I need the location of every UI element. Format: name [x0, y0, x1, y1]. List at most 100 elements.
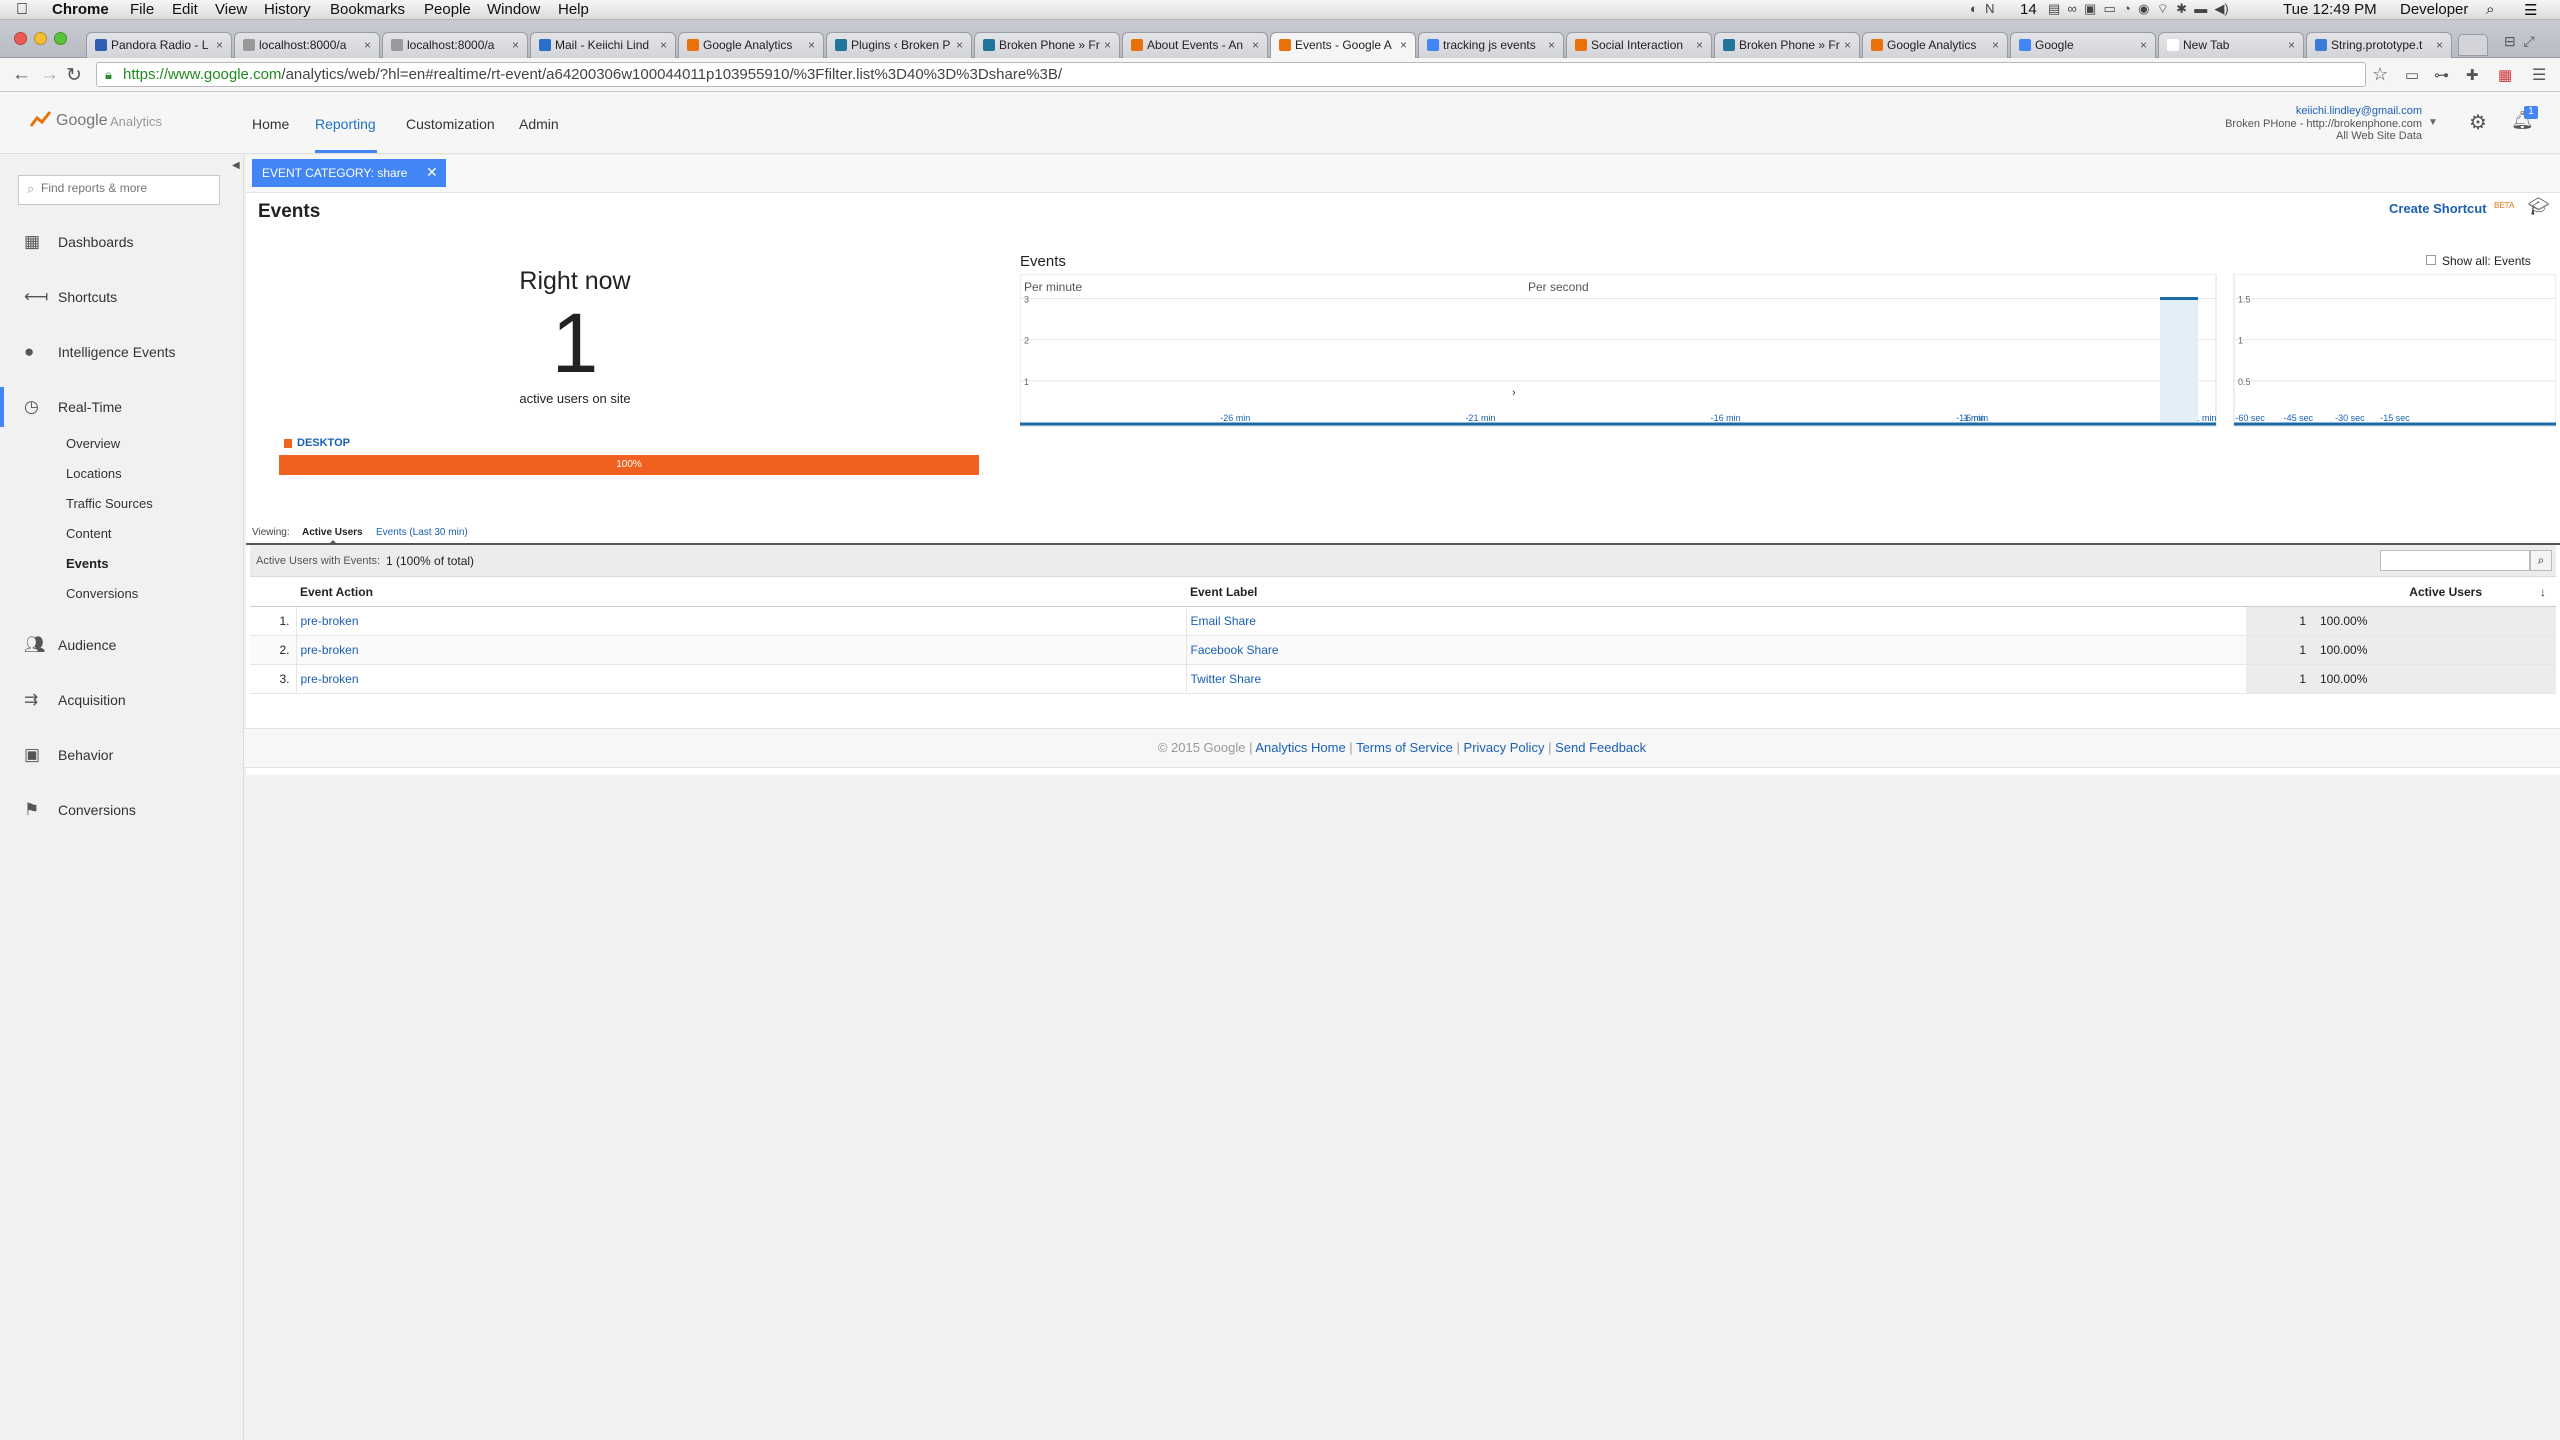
tab-0[interactable]: Pandora Radio - L × [86, 32, 232, 58]
menu-view[interactable]: View [215, 1, 247, 18]
menu-history[interactable]: History [264, 1, 311, 18]
notification-center-icon[interactable]: ☰ [2524, 1, 2537, 19]
extension-on-icon[interactable]: ▦ [2498, 66, 2512, 84]
tab-close-icon[interactable]: × [1252, 38, 1259, 52]
footer-terms-link[interactable]: Terms of Service [1356, 740, 1453, 755]
tab-close-icon[interactable]: × [1400, 38, 1407, 52]
tab-close-icon[interactable]: × [364, 38, 371, 52]
event-action-link[interactable]: pre-broken [301, 672, 359, 686]
sidebar-item-acquisition[interactable]: ⇉ Acquisition [0, 680, 244, 720]
extension-puzzle-icon[interactable]: ✚ [2466, 66, 2479, 84]
sidebar-item-behavior[interactable]: ▣ Behavior [0, 735, 244, 775]
tab-close-icon[interactable]: × [1992, 38, 1999, 52]
tab-9[interactable]: tracking js events × [1418, 32, 1564, 58]
nav-reporting[interactable]: Reporting [315, 116, 376, 132]
tab-6[interactable]: Broken Phone » Fr × [974, 32, 1120, 58]
new-tab-button[interactable] [2458, 34, 2488, 56]
tab-3[interactable]: Mail - Keiichi Lind × [530, 32, 676, 58]
reload-icon[interactable]: ↻ [66, 64, 82, 87]
spotlight-icon[interactable]: ⌕ [2486, 1, 2494, 18]
event-label-link[interactable]: Email Share [1191, 614, 1256, 628]
tab-overflow-icon[interactable]: ⊟ ⤢ [2504, 33, 2535, 50]
tab-14[interactable]: New Tab × [2158, 32, 2304, 58]
forward-icon[interactable]: → [40, 64, 59, 86]
tab-close-icon[interactable]: × [2288, 38, 2295, 52]
tab-close-icon[interactable]: × [808, 38, 815, 52]
account-dropdown-icon[interactable]: ▼ [2428, 117, 2438, 128]
ga-logo-icon[interactable] [29, 110, 52, 128]
ga-logo-analytics[interactable]: Analytics [110, 114, 162, 129]
sidebar-sub-content[interactable]: Content [66, 526, 112, 541]
tab-close-icon[interactable]: × [216, 38, 223, 52]
sidebar-item-dashboards[interactable]: ▦ Dashboards [0, 222, 244, 262]
tab-12[interactable]: Google Analytics × [1862, 32, 2008, 58]
create-shortcut-link[interactable]: Create Shortcut [2389, 201, 2487, 216]
tab-11[interactable]: Broken Phone » Fr × [1714, 32, 1860, 58]
tab-7[interactable]: About Events - An × [1122, 32, 1268, 58]
tab-15[interactable]: String.prototype.t × [2306, 32, 2452, 58]
tab-1[interactable]: localhost:8000/a × [234, 32, 380, 58]
menu-bookmarks[interactable]: Bookmarks [330, 1, 405, 18]
table-search-icon[interactable]: ⌕ [2530, 550, 2552, 571]
graduation-cap-icon[interactable]: 🎓︎ [2528, 197, 2550, 217]
show-all-checkbox[interactable] [2426, 255, 2436, 265]
sidebar-item-audience[interactable]: 👥︎ Audience [0, 625, 244, 665]
tab-close-icon[interactable]: × [660, 38, 667, 52]
menubar-tray-icons[interactable]: ▤ ∞ ▣ ▭ ◔ ◉ ⌔ ✱ ▬ ◀) [2048, 1, 2229, 17]
menu-file[interactable]: File [130, 1, 154, 18]
menu-people[interactable]: People [424, 1, 471, 18]
tab-close-icon[interactable]: × [1104, 38, 1111, 52]
chart-collapse-chevron-icon[interactable]: › [1512, 387, 1516, 399]
menubar-user[interactable]: Developer [2400, 1, 2468, 18]
settings-gear-icon[interactable]: ⚙ [2469, 110, 2487, 135]
remove-filter-close-icon[interactable]: ✕ [426, 164, 438, 181]
sidebar-sub-locations[interactable]: Locations [66, 466, 122, 481]
sidebar-item-realtime[interactable]: ◷ Real-Time [0, 387, 244, 427]
account-property[interactable]: Broken PHone - http://brokenphone.com [2200, 118, 2422, 130]
back-icon[interactable]: ← [12, 64, 31, 86]
event-label-link[interactable]: Facebook Share [1191, 643, 1279, 657]
menu-help[interactable]: Help [558, 1, 589, 18]
tab-close-icon[interactable]: × [956, 38, 963, 52]
account-view[interactable]: All Web Site Data [2200, 130, 2422, 142]
tab-close-icon[interactable]: × [2436, 38, 2443, 52]
tab-close-icon[interactable]: × [1696, 38, 1703, 52]
chrome-menu-icon[interactable]: ☰ [2532, 65, 2546, 85]
tab-4[interactable]: Google Analytics × [678, 32, 824, 58]
show-all-label[interactable]: Show all: Events [2442, 254, 2531, 268]
extension-cast-icon[interactable]: ▭ [2405, 66, 2419, 84]
sidebar-search-input[interactable] [41, 181, 211, 195]
col-active-users[interactable]: Active Users ↓ [2246, 578, 2556, 607]
address-bar[interactable]: 🔒︎ https://www.google.com/analytics/web/… [96, 62, 2366, 87]
sidebar-sub-conversions[interactable]: Conversions [66, 586, 138, 601]
status-icons[interactable]: ◐ N [1970, 1, 1994, 16]
footer-privacy-link[interactable]: Privacy Policy [1464, 740, 1545, 755]
sidebar-sub-traffic-sources[interactable]: Traffic Sources [66, 496, 153, 511]
menu-app-name[interactable]: Chrome [52, 1, 109, 18]
viewing-active-users-tab[interactable]: Active Users [302, 527, 363, 538]
footer-analytics-home-link[interactable]: Analytics Home [1255, 740, 1345, 755]
nav-customization[interactable]: Customization [406, 116, 495, 132]
tab-2[interactable]: localhost:8000/a × [382, 32, 528, 58]
minimize-window-button[interactable] [34, 32, 47, 45]
nav-home[interactable]: Home [252, 116, 289, 132]
sidebar-sub-events[interactable]: Events [66, 556, 109, 571]
sidebar-item-shortcuts[interactable]: ⟻ Shortcuts [0, 277, 244, 317]
bookmark-star-icon[interactable]: ☆ [2372, 64, 2388, 85]
collapse-sidebar-icon[interactable]: ◀ [232, 160, 240, 171]
menu-window[interactable]: Window [487, 1, 540, 18]
sort-desc-icon[interactable]: ↓ [2540, 585, 2546, 599]
menu-edit[interactable]: Edit [172, 1, 198, 18]
tab-10[interactable]: Social Interaction × [1566, 32, 1712, 58]
tab-5[interactable]: Plugins ‹ Broken P × [826, 32, 972, 58]
viewing-events-tab[interactable]: Events (Last 30 min) [376, 527, 468, 538]
apple-icon[interactable]:  [16, 1, 28, 19]
footer-feedback-link[interactable]: Send Feedback [1555, 740, 1646, 755]
extension-glasses-icon[interactable]: ⊶ [2434, 66, 2449, 84]
sidebar-item-conversions[interactable]: ⚑ Conversions [0, 790, 244, 830]
event-category-filter-pill[interactable]: EVENT CATEGORY: share ✕ [252, 159, 446, 187]
col-event-action[interactable]: Event Action [296, 578, 1186, 607]
sidebar-sub-overview[interactable]: Overview [66, 436, 120, 451]
tab-8[interactable]: Events - Google A × [1270, 32, 1416, 59]
close-window-button[interactable] [14, 32, 27, 45]
